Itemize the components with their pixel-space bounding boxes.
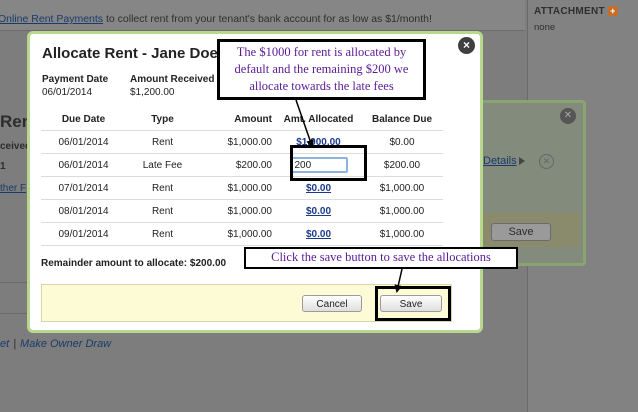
amount-cell: $1,000.00 xyxy=(199,176,276,200)
table-row: 07/01/2014 Rent $1,000.00 $0.00 $1,000.0… xyxy=(41,176,443,200)
due-date-cell: 08/01/2014 xyxy=(41,199,126,223)
due-date-cell: 09/01/2014 xyxy=(41,222,126,246)
col-amt-allocated: Amt. Allocated xyxy=(283,113,354,125)
add-attachment-icon[interactable]: + xyxy=(607,6,618,17)
payment-date-label: Payment Date xyxy=(42,74,109,85)
save-highlight-box xyxy=(375,286,451,321)
bottom-link-separator: | xyxy=(13,338,17,350)
bottom-link-1[interactable]: et xyxy=(0,338,9,350)
promo-strip: Online Rent Payments to collect rent fro… xyxy=(0,0,525,31)
type-cell: Rent xyxy=(126,222,199,246)
table-row: 09/01/2014 Rent $1,000.00 $0.00 $1,000.0… xyxy=(41,222,443,246)
balance-cell: $1,000.00 xyxy=(361,222,443,246)
input-highlight-box xyxy=(290,145,367,181)
col-due-date: Due Date xyxy=(61,113,106,125)
amount-cell: $200.00 xyxy=(199,153,276,177)
background-value: 1 xyxy=(0,161,6,172)
type-cell: Rent xyxy=(126,199,199,223)
type-cell: Rent xyxy=(126,130,199,154)
table-row: 08/01/2014 Rent $1,000.00 $0.00 $1,000.0… xyxy=(41,199,443,223)
promo-text: to collect rent from your tenant's bank … xyxy=(103,13,432,25)
background-other-link[interactable]: ther F xyxy=(0,183,26,194)
allocated-link[interactable]: $0.00 xyxy=(306,229,331,240)
amount-cell: $1,000.00 xyxy=(199,199,276,223)
save-callout: Click the save button to save the alloca… xyxy=(244,247,518,269)
cancel-button[interactable]: Cancel xyxy=(302,295,362,312)
close-icon[interactable]: × xyxy=(458,37,475,54)
background-close-icon[interactable]: ✕ xyxy=(560,108,576,124)
online-rent-payments-link[interactable]: Online Rent Payments xyxy=(0,13,103,25)
balance-cell: $1,000.00 xyxy=(361,176,443,200)
payment-date-value: 06/01/2014 xyxy=(42,87,93,98)
attachment-value: none xyxy=(534,22,556,33)
allocated-link[interactable]: $0.00 xyxy=(306,183,331,194)
table-header-row: Due Date Type Amount Amt. Allocated Bala… xyxy=(41,108,443,131)
col-balance-due: Balance Due xyxy=(371,113,433,125)
play-arrow-icon xyxy=(519,157,525,165)
due-date-cell: 06/01/2014 xyxy=(41,153,126,177)
balance-cell: $1,000.00 xyxy=(361,199,443,223)
dialog-title: Allocate Rent - Jane Doe xyxy=(42,45,218,62)
allocated-link[interactable]: $0.00 xyxy=(306,206,331,217)
amount-received-label: Amount Received xyxy=(130,74,215,85)
table-row: 06/01/2014 Late Fee $200.00 $200.00 xyxy=(41,153,443,177)
bottom-links: et | Make Owner Draw xyxy=(0,338,111,350)
background-details-link[interactable]: Details xyxy=(483,155,517,167)
remainder-text: Remainder amount to allocate: $200.00 xyxy=(41,258,227,269)
table-row: 06/01/2014 Rent $1,000.00 $1,000.00 $0.0… xyxy=(41,130,443,154)
amount-cell: $1,000.00 xyxy=(199,130,276,154)
balance-cell: $200.00 xyxy=(361,153,443,177)
col-type: Type xyxy=(151,113,174,125)
make-owner-draw-link[interactable]: Make Owner Draw xyxy=(20,338,111,350)
background-save-button[interactable]: Save xyxy=(491,223,551,241)
due-date-cell: 07/01/2014 xyxy=(41,176,126,200)
amount-received-value: $1,200.00 xyxy=(130,87,175,98)
type-cell: Rent xyxy=(126,176,199,200)
col-amount: Amount xyxy=(234,113,272,125)
allocation-table: Due Date Type Amount Amt. Allocated Bala… xyxy=(41,108,443,246)
background-remove-icon[interactable]: ✕ xyxy=(539,154,554,169)
amount-cell: $1,000.00 xyxy=(199,222,276,246)
type-cell: Late Fee xyxy=(126,153,199,177)
balance-cell: $0.00 xyxy=(361,130,443,154)
attachment-label: ATTACHMENT xyxy=(534,6,605,17)
allocation-callout: The $1000 for rent is allocated by defau… xyxy=(217,39,426,100)
due-date-cell: 06/01/2014 xyxy=(41,130,126,154)
